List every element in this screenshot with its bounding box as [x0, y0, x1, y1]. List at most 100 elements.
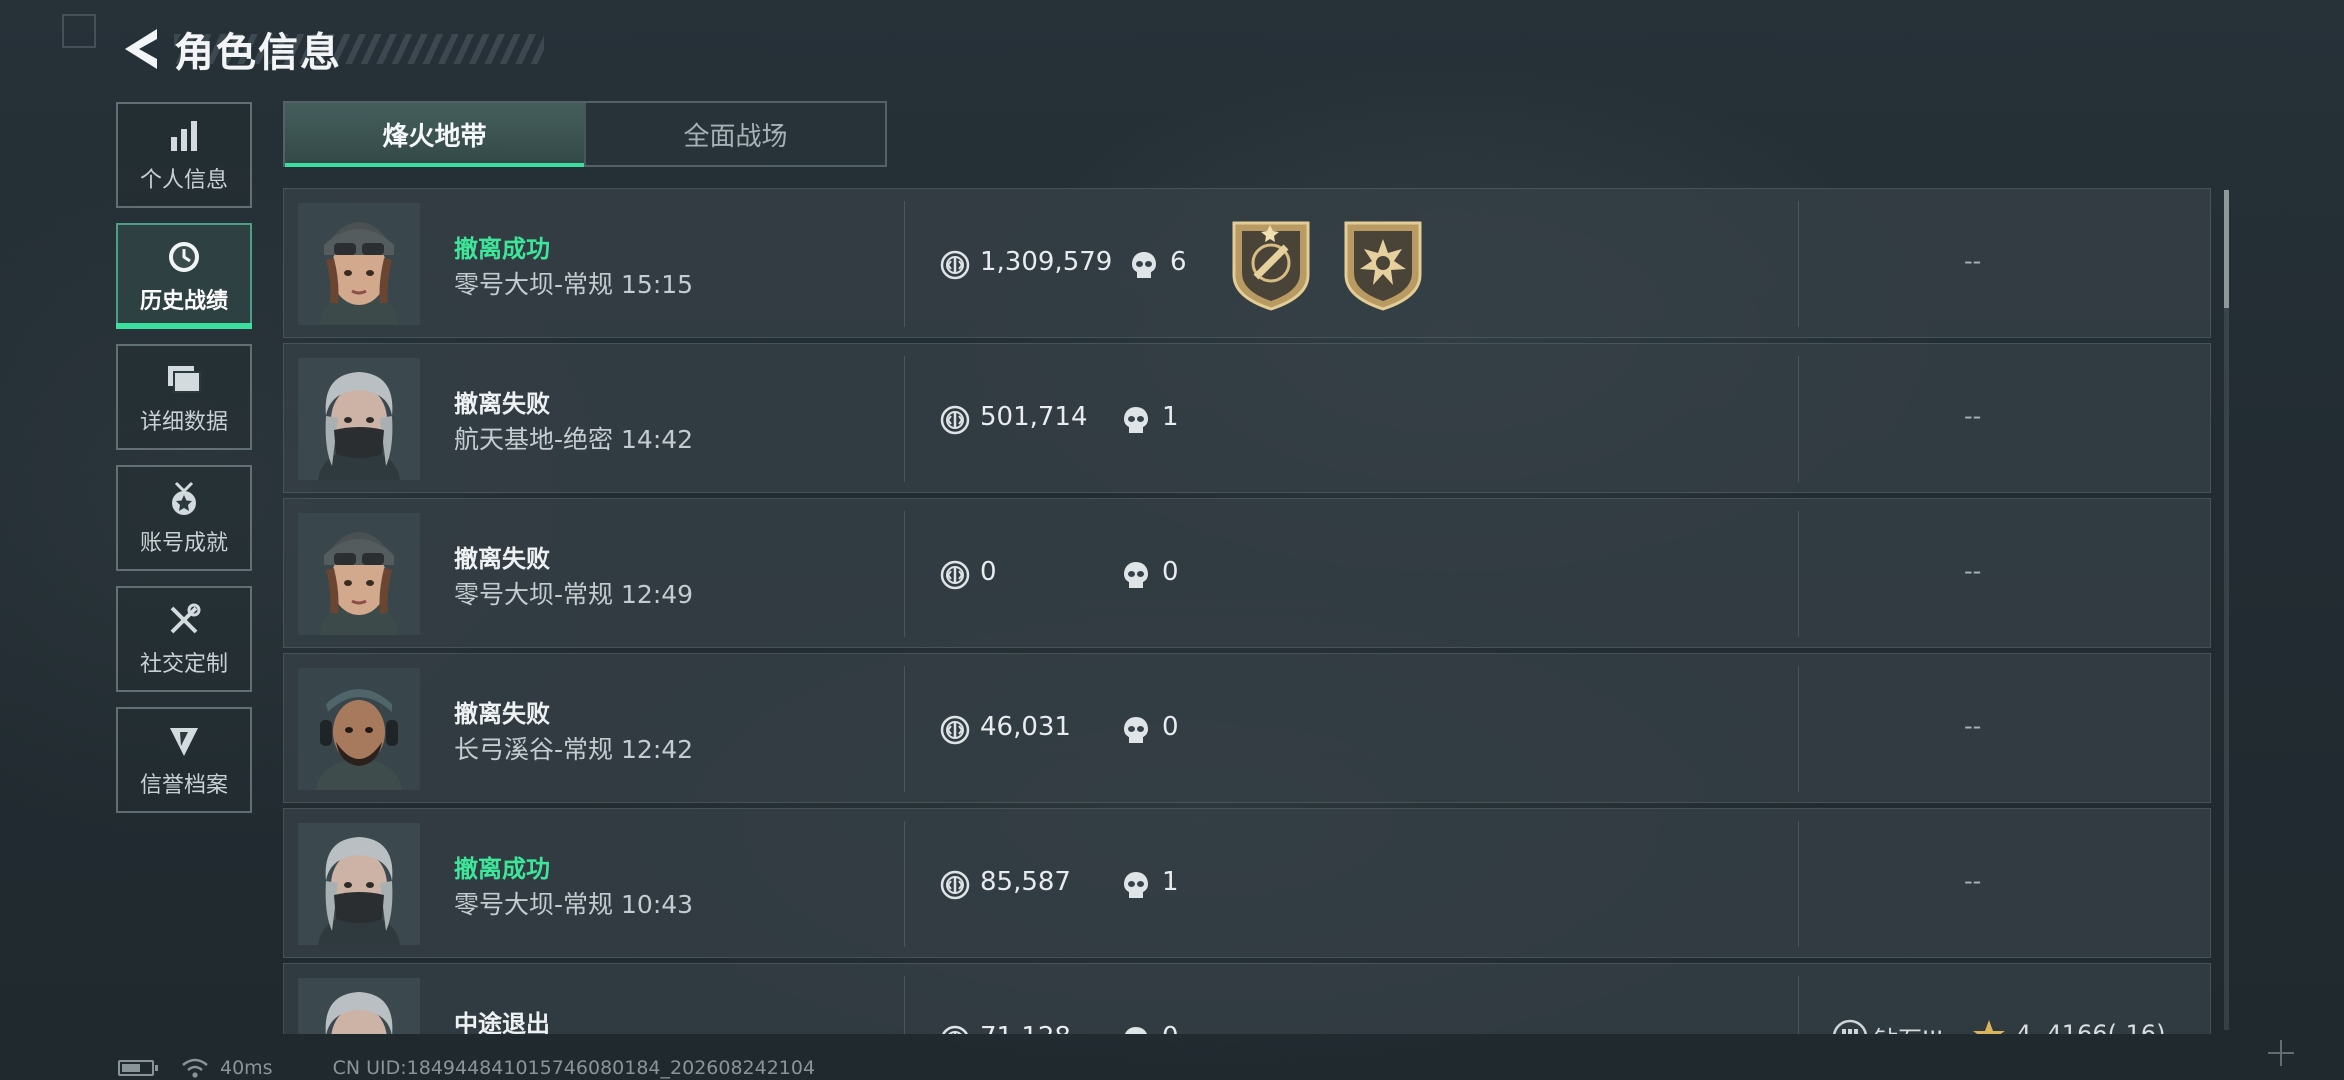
asset-value: 0 — [980, 557, 997, 587]
match-time: 15:15 — [621, 270, 694, 299]
operator-avatar — [298, 978, 420, 1034]
operator-avatar — [298, 513, 420, 635]
map-name: 零号大坝-常规 — [454, 890, 614, 919]
match-row[interactable]: 撤离失败 航天基地-绝密 14:42 501,714 1 -- — [283, 343, 2211, 493]
operator-avatar — [298, 358, 420, 480]
rank-change-placeholder: -- — [1964, 867, 1982, 895]
map-name: 零号大坝-常规 — [454, 270, 614, 299]
column-divider — [1798, 201, 1799, 327]
wifi-icon — [182, 1058, 208, 1078]
kill-count: 1 — [1162, 867, 1179, 897]
rank-change-placeholder: -- — [1964, 247, 1982, 275]
match-time: 12:42 — [621, 735, 694, 764]
mode-tabs: 烽火地带 全面战场 — [283, 101, 887, 167]
scrollbar-track[interactable] — [2224, 190, 2229, 1030]
skull-icon — [1130, 250, 1158, 280]
sidebar-item-credit-record[interactable]: 信誉档案 — [116, 707, 252, 813]
map-and-time: 长弓溪谷-常规 12:42 — [454, 730, 693, 766]
sidebar-item-match-history[interactable]: 历史战绩 — [116, 223, 252, 329]
rank-name: 钻石III — [1874, 1020, 1943, 1034]
skull-icon — [1122, 870, 1150, 900]
bar-chart-icon — [164, 116, 204, 156]
match-result: 撤离成功 — [454, 235, 550, 263]
asset-value: 85,587 — [980, 867, 1071, 897]
match-row[interactable]: 中途退出 71,128 0 钻石III 4, 4166(-16) — [283, 963, 2211, 1034]
page-title: 角色信息 — [174, 30, 342, 76]
rank-change-placeholder: -- — [1964, 402, 1982, 430]
folder-icon — [164, 358, 204, 398]
kill-count: 0 — [1162, 712, 1179, 742]
sidebar-item-social-customize[interactable]: 社交定制 — [116, 586, 252, 692]
coin-icon — [940, 250, 970, 280]
match-time: 14:42 — [621, 425, 694, 454]
skull-icon — [1122, 405, 1150, 435]
scrollbar-thumb[interactable] — [2224, 190, 2229, 308]
uid-text: CN UID:18494484101574608018​4_2026082421… — [332, 1057, 816, 1079]
match-row[interactable]: 撤离成功 零号大坝-常规 10:43 85,587 1 -- — [283, 808, 2211, 958]
match-row[interactable]: 撤离失败 零号大坝-常规 12:49 0 0 -- — [283, 498, 2211, 648]
match-time: 12:49 — [621, 580, 694, 609]
sidebar-item-account-achievements[interactable]: 账号成就 — [116, 465, 252, 571]
status-footer: 40ms CN UID:18494484101574608018​4_20260… — [118, 1056, 815, 1080]
map-and-time: 零号大坝-常规 10:43 — [454, 885, 693, 921]
star-icon — [1972, 1018, 2006, 1034]
column-divider — [904, 201, 905, 327]
plus-decoration-icon — [2268, 1040, 2294, 1066]
column-divider — [904, 356, 905, 482]
column-divider — [1798, 976, 1799, 1034]
rank-change-placeholder: -- — [1964, 557, 1982, 585]
skull-icon — [1122, 715, 1150, 745]
achievement-icon — [164, 479, 204, 519]
map-name: 长弓溪谷-常规 — [454, 735, 614, 764]
map-name: 零号大坝-常规 — [454, 580, 614, 609]
sidebar-item-label: 账号成就 — [139, 531, 228, 556]
map-and-time: 零号大坝-常规 12:49 — [454, 575, 693, 611]
asset-value: 1,309,579 — [980, 247, 1113, 277]
column-divider — [904, 976, 905, 1034]
skull-icon — [1122, 560, 1150, 590]
column-divider — [904, 511, 905, 637]
match-time: 10:43 — [621, 890, 694, 919]
clock-icon — [164, 237, 204, 277]
map-and-time: 零号大坝-常规 15:15 — [454, 265, 693, 301]
sidebar-item-personal-info[interactable]: 个人信息 — [116, 102, 252, 208]
ping-text: 40ms — [220, 1057, 273, 1079]
coin-icon — [940, 870, 970, 900]
operator-avatar — [298, 823, 420, 945]
tab-fenghuo[interactable]: 烽火地带 — [285, 103, 584, 167]
match-row[interactable]: 撤离失败 长弓溪谷-常规 12:42 46,031 0 -- — [283, 653, 2211, 803]
map-and-time: 航天基地-绝密 14:42 — [454, 420, 693, 456]
asset-value: 71,128 — [980, 1022, 1071, 1034]
corner-decoration — [62, 14, 96, 48]
tab-quanmian[interactable]: 全面战场 — [584, 103, 885, 165]
column-divider — [1798, 821, 1799, 947]
sidebar-item-label: 详细数据 — [139, 410, 228, 435]
burst-medal-icon[interactable] — [1338, 217, 1428, 313]
match-row[interactable]: 撤离成功 零号大坝-常规 15:15 1,309,579 6 -- — [283, 188, 2211, 338]
sidebar-item-detailed-data[interactable]: 详细数据 — [116, 344, 252, 450]
page-header: 角色信息 — [118, 18, 544, 80]
column-divider — [904, 821, 905, 947]
rocket-medal-icon[interactable] — [1226, 217, 1316, 313]
tools-icon — [164, 600, 204, 640]
rank-diamond-icon — [1832, 1019, 1868, 1034]
coin-icon — [940, 560, 970, 590]
match-result: 撤离成功 — [454, 855, 550, 883]
kill-count: 0 — [1162, 1022, 1179, 1034]
match-result: 中途退出 — [454, 1010, 550, 1034]
asset-value: 501,714 — [980, 402, 1088, 432]
match-result: 撤离失败 — [454, 390, 550, 418]
coin-icon — [940, 405, 970, 435]
coin-icon — [940, 1025, 970, 1034]
column-divider — [904, 666, 905, 792]
sidebar-item-label: 个人信息 — [139, 168, 228, 193]
kill-count: 1 — [1162, 402, 1179, 432]
match-history-list[interactable]: 撤离成功 零号大坝-常规 15:15 1,309,579 6 -- 撤离失败 航天基地-绝密 1… — [283, 188, 2211, 1034]
column-divider — [1798, 356, 1799, 482]
skull-icon — [1122, 1025, 1150, 1034]
asset-value: 46,031 — [980, 712, 1071, 742]
column-divider — [1798, 666, 1799, 792]
back-button[interactable] — [118, 26, 164, 72]
match-result: 撤离失败 — [454, 700, 550, 728]
match-result: 撤离失败 — [454, 545, 550, 573]
